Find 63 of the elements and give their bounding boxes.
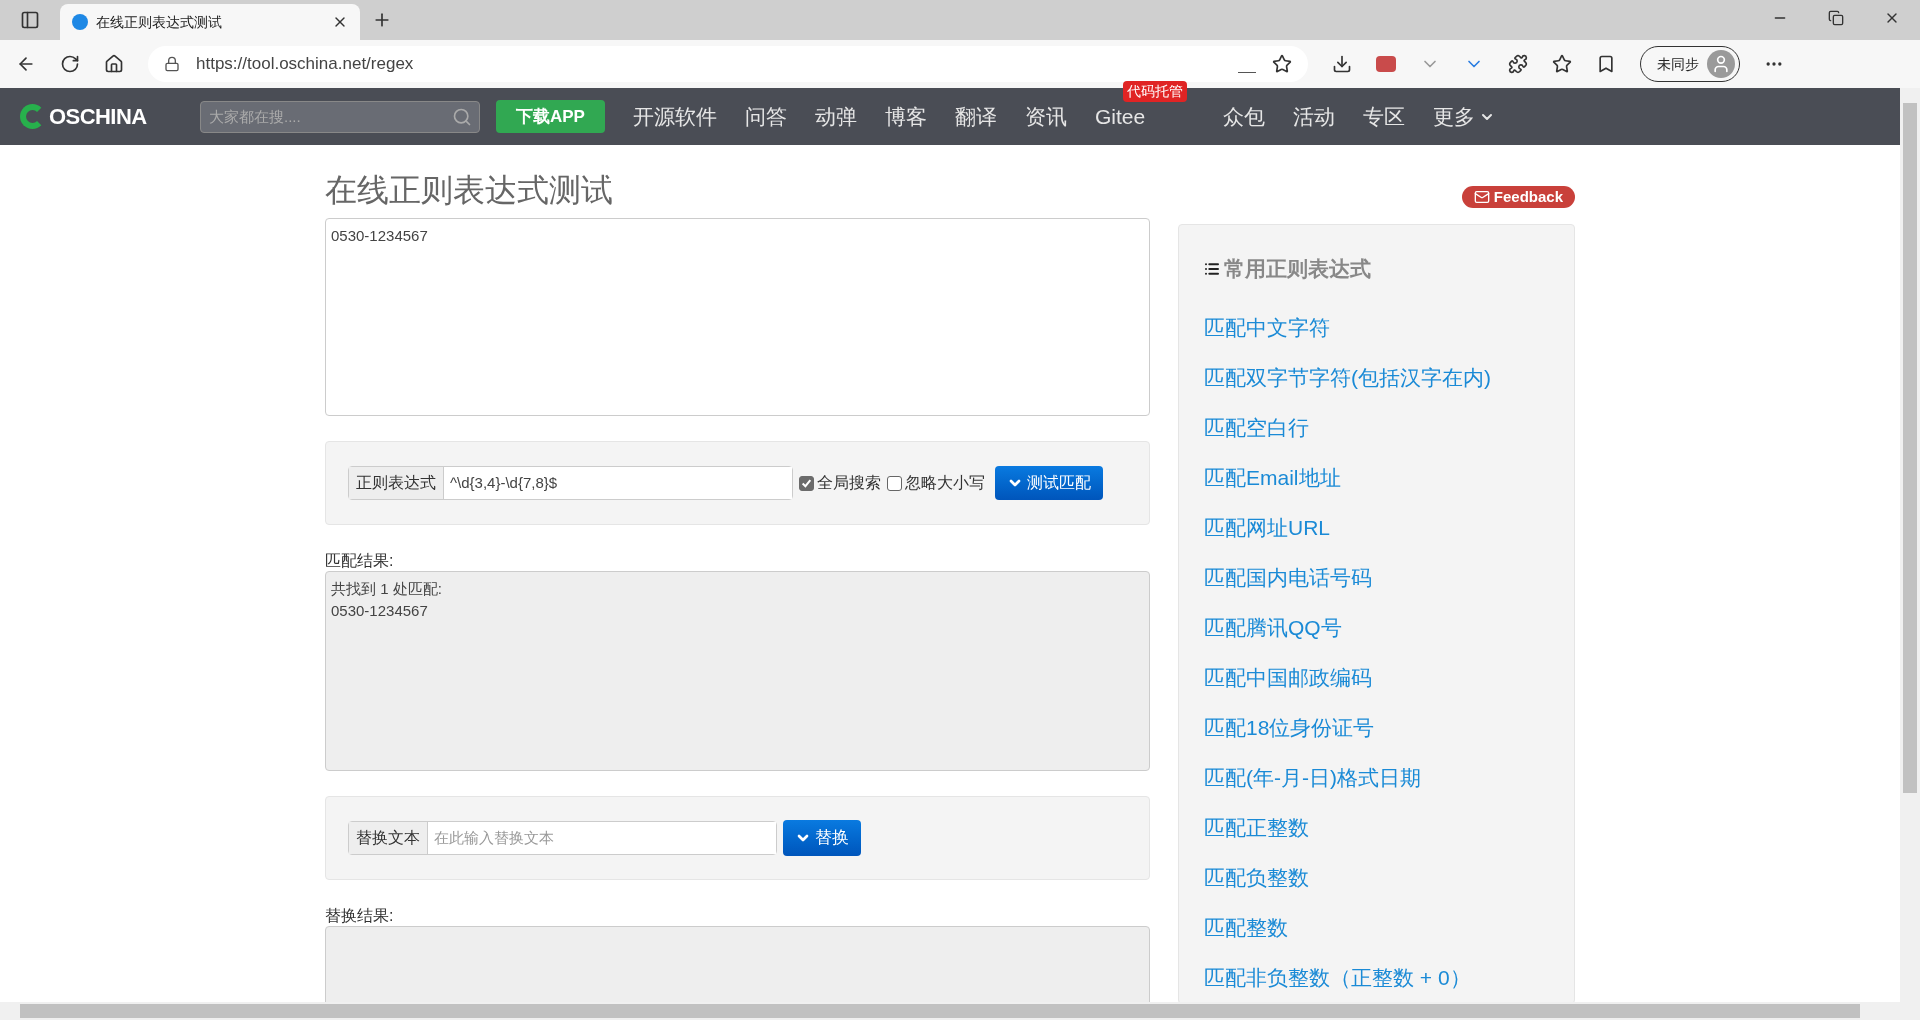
regex-link[interactable]: 匹配中国邮政编码 [1204,661,1372,694]
logo-text[interactable]: OSCHINA [49,100,147,133]
regex-link[interactable]: 匹配网址URL [1204,511,1330,544]
nav-link[interactable]: 开源软件 [632,100,717,133]
site-favicon-icon [72,14,88,30]
nav-link[interactable]: 专区 [1363,100,1406,133]
regex-link[interactable]: 匹配腾讯QQ号 [1204,611,1342,644]
regex-link[interactable]: 匹配整数 [1204,911,1288,944]
nav-link[interactable]: 动弹 [814,100,857,133]
replace-button[interactable]: 替换 [783,820,861,856]
input-textarea[interactable]: 0530-1234567 [325,218,1150,416]
nav-badge: 代码托管 [1122,80,1187,102]
regex-link[interactable]: 匹配双字节字符(包括汉字在内) [1204,361,1491,394]
result-line: 共找到 1 处匹配: [331,579,443,599]
nav-link[interactable]: Gitee [1094,100,1146,133]
nav-link[interactable]: 众包 [1223,100,1266,133]
download-icon[interactable] [1332,54,1352,74]
result-line: 0530-1234567 [331,601,429,621]
regex-link[interactable]: 匹配空白行 [1204,411,1309,444]
favorites-icon[interactable] [1552,54,1572,74]
nav-link[interactable]: 博客 [884,100,927,133]
test-match-button[interactable]: 测试匹配 [995,466,1103,500]
reload-icon[interactable] [60,54,80,74]
nav-link[interactable]: 活动 [1293,100,1336,133]
vertical-scrollbar[interactable] [1900,88,1920,1020]
address-bar[interactable]: https://tool.oschina.net/regex [148,46,1308,82]
checkbox[interactable] [887,475,902,491]
avatar-icon [1707,50,1735,78]
regex-link[interactable]: 匹配正整数 [1204,811,1309,844]
list-icon [1204,260,1220,277]
feedback-button[interactable]: Feedback [1461,186,1575,208]
lock-icon [164,56,180,72]
checkbox[interactable] [799,475,814,491]
regex-link[interactable]: 匹配中文字符 [1204,311,1330,344]
tab-title: 在线正则表达式测试 [96,12,223,32]
regex-link[interactable]: 匹配18位身份证号 [1204,711,1375,744]
collections-icon[interactable] [1596,54,1616,74]
nav-link[interactable]: 资讯 [1024,100,1067,133]
nav-link[interactable]: 翻译 [954,100,997,133]
regex-link[interactable]: 匹配Email地址 [1204,461,1341,494]
url-text: https://tool.oschina.net/regex [196,53,415,76]
regex-link[interactable]: 匹配国内电话号码 [1204,561,1372,594]
nav-link[interactable]: 更多 [1433,100,1496,133]
checkbox-label: 全局搜索 [817,473,881,493]
download-app-button[interactable]: 下载APP [496,100,605,133]
browser-tab[interactable]: 在线正则表达式测试 [60,4,360,40]
tab-actions-icon[interactable] [20,10,40,30]
favorite-icon[interactable] [1272,54,1292,74]
horizontal-scrollbar[interactable] [0,1002,1900,1020]
restore-icon[interactable] [1828,10,1844,26]
home-icon[interactable] [104,54,124,74]
page-title: 在线正则表达式测试 [325,171,614,210]
match-result-label: 匹配结果: [325,551,395,571]
regex-link[interactable]: 匹配非负整数（正整数 + 0） [1204,961,1471,994]
extensions-icon[interactable] [1508,54,1528,74]
envelope-icon [1473,189,1490,205]
checkbox-label: 忽略大小写 [905,473,985,493]
regex-link[interactable]: 匹配(年-月-日)格式日期 [1204,761,1421,794]
regex-link[interactable]: 匹配负整数 [1204,861,1309,894]
replace-result-label: 替换结果: [325,906,395,926]
sidebar-title: 常用正则表达式 [1224,256,1371,282]
nav-link[interactable]: 问答 [744,100,787,133]
site-search-field[interactable]: 大家都在搜.... [200,100,480,133]
